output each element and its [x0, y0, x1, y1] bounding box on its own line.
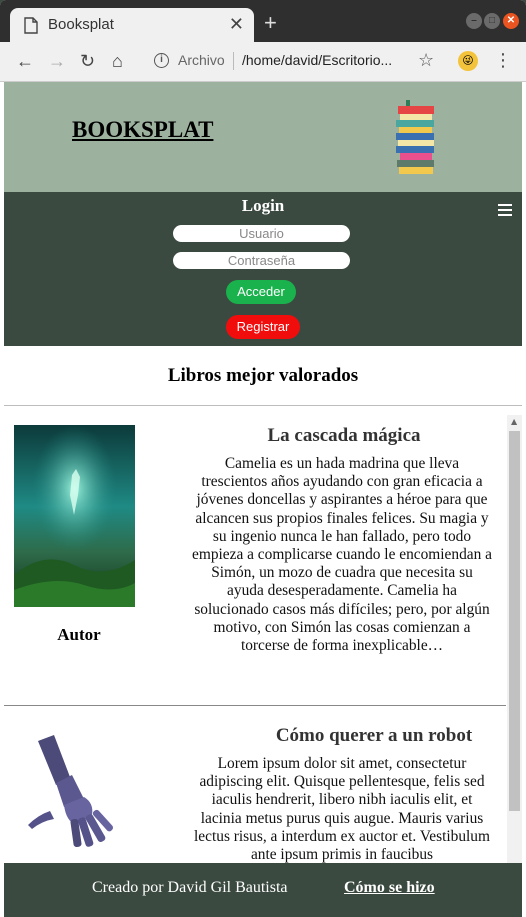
close-window-button[interactable]: ✕: [503, 13, 519, 29]
register-button[interactable]: Registrar: [226, 315, 300, 339]
login-panel: Login Usuario Contraseña Acceder Registr…: [4, 192, 522, 346]
back-icon[interactable]: ←: [16, 50, 34, 72]
close-tab-icon[interactable]: ✕: [229, 14, 244, 35]
username-input[interactable]: Usuario: [173, 225, 350, 242]
book-title[interactable]: Cómo querer a un robot: [244, 725, 504, 747]
new-tab-button[interactable]: +: [264, 12, 277, 34]
book-description: Camelia es un hada madrina que lleva tre…: [192, 455, 492, 655]
bookmark-star-icon[interactable]: ☆: [418, 50, 434, 71]
book-card: Autor La cascada mágica Camelia es un ha…: [4, 415, 506, 706]
book-description: Lorem ipsum dolor sit amet, consectetur …: [194, 755, 490, 863]
minimize-button[interactable]: –: [466, 13, 482, 29]
book-list: Autor La cascada mágica Camelia es un ha…: [4, 415, 522, 863]
forward-icon[interactable]: →: [48, 50, 66, 72]
url-divider: [233, 52, 234, 70]
home-icon[interactable]: ⌂: [112, 50, 123, 72]
info-icon[interactable]: i: [154, 53, 169, 68]
scrollbar-thumb[interactable]: [509, 431, 520, 811]
section-title: Libros mejor valorados: [4, 346, 522, 406]
browser-tab[interactable]: Booksplat ✕: [10, 8, 254, 42]
robot-hand-image[interactable]: [20, 733, 130, 851]
login-title: Login: [241, 196, 285, 215]
footer-credit: Creado por David Gil Bautista: [92, 879, 288, 896]
password-input[interactable]: Contraseña: [173, 252, 350, 269]
browser-toolbar: ← → ↻ ⌂ i Archivo /home/david/Escritorio…: [0, 42, 526, 82]
page-icon: [24, 17, 38, 34]
book-author: Autor: [57, 625, 101, 644]
hamburger-menu-icon[interactable]: [498, 204, 512, 216]
book-title[interactable]: La cascada mágica: [224, 425, 464, 447]
how-it-was-made-link[interactable]: Cómo se hizo: [344, 879, 435, 897]
book-card: Cómo querer a un robot Lorem ipsum dolor…: [4, 707, 506, 863]
address-bar[interactable]: /home/david/Escritorio...: [242, 52, 392, 68]
reload-icon[interactable]: ↻: [80, 50, 95, 72]
tab-bar: Booksplat ✕ + – □ ✕: [0, 0, 526, 42]
brand-logo-link[interactable]: BOOKSPLAT: [72, 117, 213, 143]
site-footer: Creado por David Gil Bautista Cómo se hi…: [4, 863, 522, 917]
site-header: BOOKSPLAT: [4, 82, 522, 192]
url-scheme: Archivo: [178, 52, 225, 68]
login-button[interactable]: Acceder: [226, 280, 296, 304]
list-scrollbar[interactable]: ▲: [507, 415, 522, 863]
book-stack-icon: [396, 100, 434, 174]
tab-title: Booksplat: [48, 16, 114, 33]
browser-window: Booksplat ✕ + – □ ✕ ← → ↻ ⌂ i Archivo /h…: [0, 0, 526, 917]
page-viewport: BOOKSPLAT Login Usuario Contraseña Acced…: [4, 82, 522, 917]
extension-emoji-icon[interactable]: 😜: [458, 51, 478, 71]
browser-menu-icon[interactable]: ⋮: [494, 50, 512, 72]
maximize-button[interactable]: □: [484, 13, 500, 29]
scroll-up-icon[interactable]: ▲: [511, 417, 517, 426]
book-cover-image[interactable]: [14, 425, 135, 607]
